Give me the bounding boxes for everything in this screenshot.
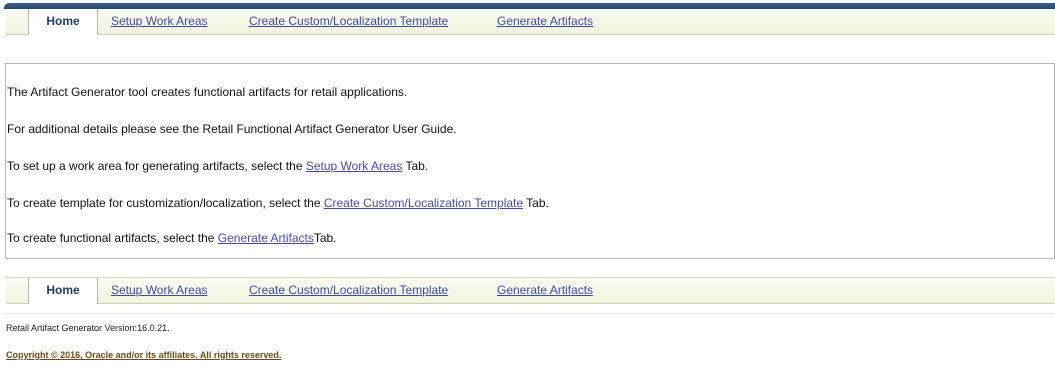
content-panel: The Artifact Generator tool creates func… [5,63,1055,259]
user-guide-text: For additional details please see the Re… [7,122,457,136]
setup-instruction-suffix: Tab. [402,159,429,173]
generate-artifacts-link[interactable]: Generate Artifacts [218,231,314,245]
copyright-link[interactable]: Copyright © 2016, Oracle and/or its affi… [6,350,281,360]
bottom-tab-setup-work-areas[interactable]: Setup Work Areas [111,278,208,303]
version-text: Retail Artifact Generator Version:16.0.2… [6,323,170,333]
tab-create-custom-localization-template[interactable]: Create Custom/Localization Template [249,9,448,34]
bottom-tab-generate-artifacts[interactable]: Generate Artifacts [497,278,593,303]
generate-instruction: To create functional artifacts, select t… [7,231,337,245]
setup-work-areas-link[interactable]: Setup Work Areas [306,159,403,173]
bottom-tab-home[interactable]: Home [28,278,98,304]
bottom-tab-create-custom-localization-template[interactable]: Create Custom/Localization Template [249,278,448,303]
top-tab-bar: Home Setup Work Areas Create Custom/Loca… [6,9,1055,35]
template-instruction: To create template for customization/loc… [7,196,549,210]
setup-instruction: To set up a work area for generating art… [7,159,428,173]
page: Home Setup Work Areas Create Custom/Loca… [0,0,1055,369]
template-instruction-prefix: To create template for customization/loc… [7,196,324,210]
generate-instruction-suffix: Tab. [313,231,337,245]
bottom-tab-bar: Home Setup Work Areas Create Custom/Loca… [6,277,1055,304]
intro-text: The Artifact Generator tool creates func… [7,85,408,99]
tab-home[interactable]: Home [28,9,98,35]
template-instruction-suffix: Tab. [523,196,549,210]
create-template-link[interactable]: Create Custom/Localization Template [324,196,523,210]
setup-instruction-prefix: To set up a work area for generating art… [7,159,306,173]
tab-setup-work-areas[interactable]: Setup Work Areas [111,9,208,34]
generate-instruction-prefix: To create functional artifacts, select t… [7,231,218,245]
footer-divider [6,313,1055,314]
tab-generate-artifacts[interactable]: Generate Artifacts [497,9,593,34]
